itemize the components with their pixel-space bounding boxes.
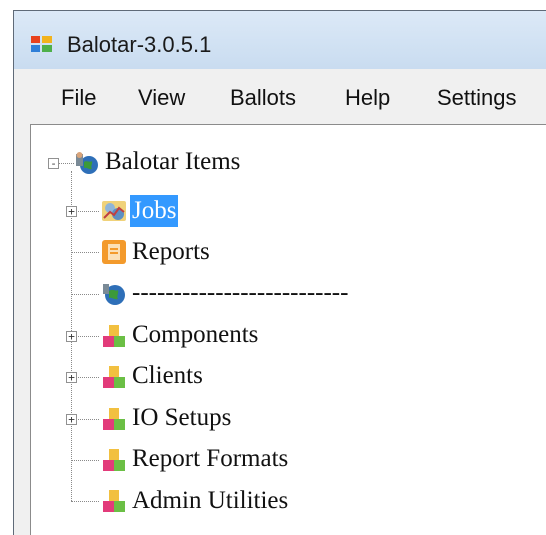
- tree-view[interactable]: - Balotar Items + Jobs Reports ---------…: [30, 124, 546, 535]
- tree-expand-button[interactable]: +: [66, 331, 77, 342]
- menu-ballots[interactable]: Ballots: [230, 85, 296, 111]
- tree-node-io-setups[interactable]: IO Setups: [130, 402, 233, 434]
- blocks-icon: [103, 449, 125, 471]
- tree-expand-button[interactable]: +: [66, 414, 77, 425]
- app-icon: [31, 36, 52, 52]
- tree-node-jobs[interactable]: Jobs: [130, 195, 179, 227]
- blocks-icon: [103, 490, 125, 512]
- menu-bar: File View Ballots Help Settings: [14, 69, 546, 121]
- blocks-icon: [103, 366, 125, 388]
- menu-view[interactable]: View: [138, 85, 185, 111]
- tree-guide-line: [71, 501, 99, 502]
- menu-file[interactable]: File: [61, 85, 96, 111]
- tree-expand-button[interactable]: +: [66, 372, 77, 383]
- menu-help[interactable]: Help: [345, 85, 390, 111]
- tree-node-reports[interactable]: Reports: [130, 236, 212, 268]
- tree-node-balotar-items[interactable]: Balotar Items: [103, 146, 242, 178]
- title-bar[interactable]: Balotar-3.0.5.1: [14, 11, 546, 69]
- globe-icon: [103, 284, 125, 305]
- tree-expand-button[interactable]: +: [66, 206, 77, 217]
- menu-settings[interactable]: Settings: [437, 85, 517, 111]
- tree-node-clients[interactable]: Clients: [130, 360, 205, 392]
- tree-node-components[interactable]: Components: [130, 319, 260, 351]
- tree-collapse-button[interactable]: -: [48, 158, 59, 169]
- app-window: Balotar-3.0.5.1 File View Ballots Help S…: [13, 10, 546, 535]
- tree-node-separator[interactable]: --------------------------: [130, 277, 350, 309]
- tree-guide-line: [71, 460, 99, 461]
- tree-guide-line: [71, 294, 99, 295]
- tree-node-report-formats[interactable]: Report Formats: [130, 443, 290, 475]
- globe-user-icon: [76, 152, 98, 174]
- window-title: Balotar-3.0.5.1: [67, 32, 212, 57]
- tree-guide-line: [71, 252, 99, 253]
- reports-icon: [102, 240, 126, 264]
- jobs-icon: [102, 201, 126, 221]
- tree-node-admin-utilities[interactable]: Admin Utilities: [130, 485, 290, 517]
- blocks-icon: [103, 408, 125, 430]
- blocks-icon: [103, 325, 125, 347]
